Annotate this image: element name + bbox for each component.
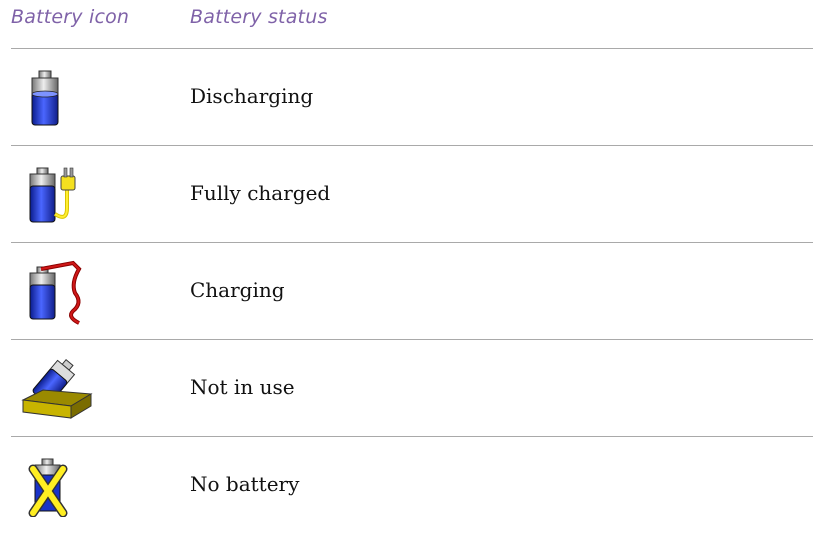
status-label: Not in use [190,375,295,399]
battery-not-in-use-icon [21,358,93,419]
table-row: Not in use [11,340,813,437]
battery-charging-icon [29,260,82,325]
status-label: No battery [190,472,300,496]
battery-fully-charged-icon [29,167,76,223]
table-header: Battery icon Battery status [11,0,813,49]
status-label: Fully charged [190,181,331,205]
table-row: No battery [11,437,813,533]
battery-discharging-icon [31,70,59,126]
header-battery-icon: Battery icon [11,6,130,28]
header-battery-status: Battery status [190,6,328,28]
no-battery-icon [28,458,68,517]
status-label: Discharging [190,84,314,108]
table-row: Fully charged [11,146,813,243]
table-row: Charging [11,243,813,340]
battery-status-table: Battery icon Battery status Discharging … [11,0,813,533]
table-row: Discharging [11,49,813,146]
status-label: Charging [190,278,285,302]
